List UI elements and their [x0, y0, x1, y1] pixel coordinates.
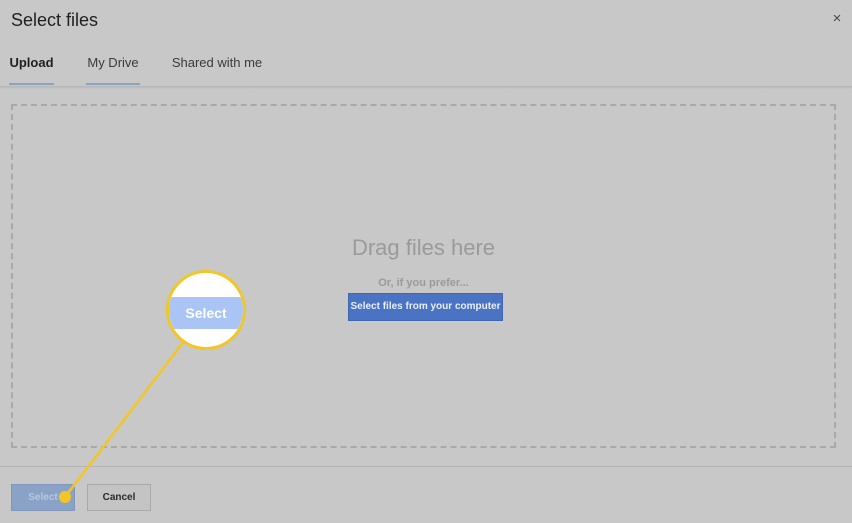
- tab-my-drive-underline: [86, 83, 140, 85]
- tab-my-drive-label: My Drive: [87, 55, 139, 70]
- tab-upload-underline: [9, 83, 54, 85]
- dropzone-subtext: Or, if you prefer...: [378, 277, 469, 289]
- dialog-title: Select files: [11, 10, 99, 30]
- select-files-from-computer-button[interactable]: Select files from your computer: [348, 293, 503, 321]
- upload-dropzone[interactable]: Drag files here Or, if you prefer... Sel…: [11, 104, 836, 448]
- tab-my-drive[interactable]: My Drive: [86, 48, 140, 86]
- select-button[interactable]: Select: [11, 484, 75, 511]
- tabs-divider: [0, 86, 852, 89]
- tab-bar: Upload My Drive Shared with me: [0, 48, 852, 86]
- cancel-button[interactable]: Cancel: [87, 484, 151, 511]
- tab-upload[interactable]: Upload: [9, 48, 54, 86]
- tab-shared-with-me-label: Shared with me: [171, 55, 263, 70]
- magnifier-label: Select: [185, 305, 227, 321]
- close-icon[interactable]: ×: [828, 9, 846, 29]
- tab-shared-with-me[interactable]: Shared with me: [170, 48, 264, 86]
- callout-magnifier: Select: [166, 270, 246, 350]
- select-files-dialog: Select files × Upload My Drive Shared wi…: [0, 0, 852, 523]
- dropzone-heading: Drag files here: [351, 235, 496, 260]
- tab-upload-label: Upload: [9, 55, 54, 70]
- footer-divider: [0, 466, 852, 467]
